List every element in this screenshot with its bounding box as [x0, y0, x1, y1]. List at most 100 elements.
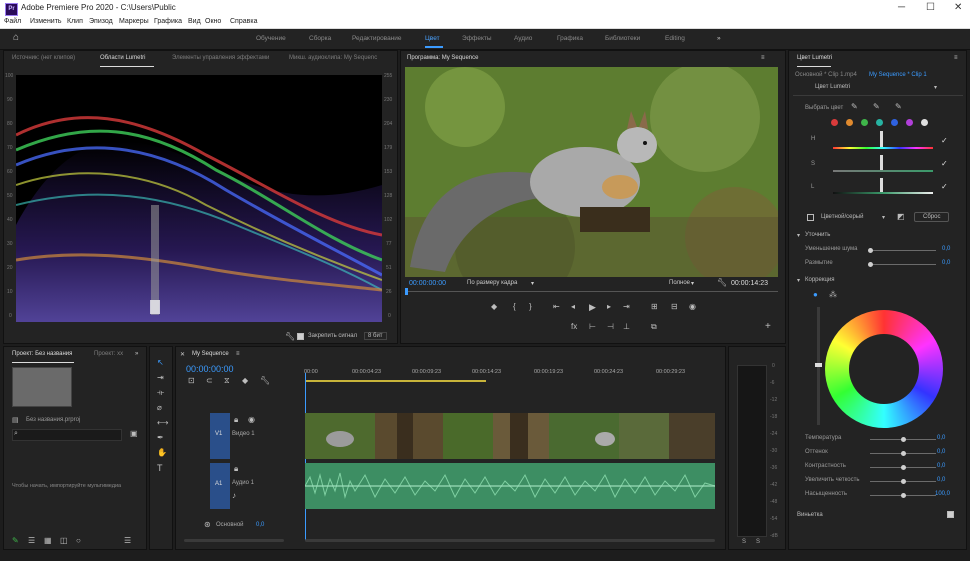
- workspace-effects[interactable]: Эффекты: [462, 35, 492, 42]
- swatch-blue[interactable]: [891, 119, 898, 126]
- minimize-icon[interactable]: ─: [898, 2, 905, 13]
- tab-effect-controls[interactable]: Элементы управления эффектами: [172, 55, 269, 61]
- bw-checkbox[interactable]: [807, 214, 814, 221]
- reset-button[interactable]: Сброс: [914, 212, 950, 222]
- menu-sequence[interactable]: Эпизод: [89, 18, 113, 25]
- zoom-icon[interactable]: ○: [76, 537, 81, 545]
- v1-lock-icon[interactable]: 🔒︎: [234, 416, 238, 424]
- workspace-libraries[interactable]: Библиотеки: [605, 35, 640, 42]
- eyedropper-icon[interactable]: ✎: [851, 103, 858, 111]
- blur-slider-knob[interactable]: [868, 262, 873, 267]
- wrench-icon[interactable]: 🔧︎: [285, 333, 295, 341]
- hand-tool-icon[interactable]: ✋: [157, 449, 167, 457]
- insert-icon[interactable]: ⊢: [589, 323, 596, 331]
- vignette-checkbox[interactable]: [947, 511, 954, 518]
- master-volume-value[interactable]: 0,0: [256, 522, 264, 528]
- type-tool-icon[interactable]: T: [157, 464, 163, 473]
- camera-icon[interactable]: ◉: [689, 303, 696, 311]
- zoom-select[interactable]: По размеру кадра: [467, 280, 517, 286]
- play-icon[interactable]: ▶: [589, 303, 596, 312]
- sequence-tab[interactable]: My Sequence: [192, 351, 229, 357]
- lift-icon[interactable]: ⊞: [651, 303, 658, 311]
- audio-clip[interactable]: [305, 463, 715, 509]
- project-thumbnail[interactable]: [12, 367, 72, 407]
- quality-select[interactable]: Полное: [669, 280, 690, 286]
- denoise-value[interactable]: 0,0: [942, 246, 950, 252]
- menu-clip[interactable]: Клип: [67, 18, 83, 25]
- v1-track-name[interactable]: Видео 1: [232, 431, 255, 437]
- tab-project-2[interactable]: Проект: хх: [94, 351, 123, 357]
- workspace-graphics[interactable]: Графика: [557, 35, 583, 42]
- refine-section-toggle[interactable]: ▾: [797, 232, 800, 239]
- saturation-value[interactable]: 100,0: [935, 491, 950, 497]
- workspace-learning[interactable]: Обучение: [256, 35, 286, 42]
- wheel-mode-single-icon[interactable]: ●: [813, 291, 818, 299]
- tab-source[interactable]: Источник: (нет клипов): [12, 55, 75, 61]
- menu-file[interactable]: Файл: [4, 18, 21, 25]
- luminance-check-icon[interactable]: ✓: [941, 182, 948, 191]
- contrast-slider-knob[interactable]: [901, 465, 906, 470]
- v1-source-patch[interactable]: V1: [210, 413, 230, 459]
- menu-edit[interactable]: Изменить: [30, 18, 62, 25]
- breadcrumb-master[interactable]: Основной * Clip 1.mp4: [795, 72, 857, 78]
- slip-tool-icon[interactable]: ⟷: [157, 419, 168, 427]
- add-marker-timeline-icon[interactable]: ◆: [242, 377, 248, 385]
- workspace-assembly[interactable]: Сборка: [309, 35, 331, 42]
- swatch-magenta[interactable]: [906, 119, 913, 126]
- hue-range-slider[interactable]: [833, 147, 933, 149]
- track-select-tool-icon[interactable]: ⇥: [157, 374, 164, 382]
- swatch-cyan[interactable]: [876, 119, 883, 126]
- maximize-icon[interactable]: ☐: [926, 2, 935, 13]
- go-to-out-icon[interactable]: ⇥: [623, 303, 630, 311]
- timeline-horizontal-scrollbar-left[interactable]: [184, 539, 284, 542]
- panel-menu-icon[interactable]: ≡: [954, 55, 958, 61]
- list-view-icon[interactable]: ☰: [28, 537, 35, 545]
- blur-slider-track[interactable]: [870, 264, 936, 265]
- step-forward-icon[interactable]: ▸: [607, 303, 611, 311]
- menu-graphics[interactable]: Графика: [154, 18, 182, 25]
- menu-help[interactable]: Справка: [230, 18, 257, 25]
- blur-value[interactable]: 0,0: [942, 260, 950, 266]
- swatch-white[interactable]: [921, 119, 928, 126]
- tab-project[interactable]: Проект: Без названия: [12, 351, 72, 357]
- temperature-value[interactable]: 0,0: [937, 435, 945, 441]
- clamp-signal-checkbox[interactable]: [297, 333, 304, 340]
- add-button-icon[interactable]: +: [765, 322, 771, 332]
- home-icon[interactable]: ⌂: [13, 33, 19, 43]
- timeline-ruler[interactable]: 00:00 00:00:04:23 00:00:09:23 00:00:14:2…: [304, 365, 714, 385]
- close-sequence-icon[interactable]: ✕: [180, 351, 185, 358]
- sharpen-slider-knob[interactable]: [901, 479, 906, 484]
- nest-icon[interactable]: ⊡: [188, 377, 195, 385]
- swatch-red[interactable]: [831, 119, 838, 126]
- program-scrubber[interactable]: [405, 291, 778, 292]
- denoise-slider-knob[interactable]: [868, 248, 873, 253]
- wheel-mode-three-icon[interactable]: ⁂: [829, 291, 837, 299]
- ripple-edit-tool-icon[interactable]: ⟛: [157, 389, 164, 397]
- new-bin-icon[interactable]: ▣: [130, 430, 138, 438]
- more-workspaces-icon[interactable]: »: [717, 35, 721, 42]
- razor-tool-icon[interactable]: ⌀: [157, 404, 162, 412]
- hue-range-handle[interactable]: [880, 131, 883, 147]
- contrast-value[interactable]: 0,0: [937, 463, 945, 469]
- add-marker-icon[interactable]: ◆: [491, 303, 497, 311]
- sharpen-value[interactable]: 0,0: [937, 477, 945, 483]
- a1-source-patch[interactable]: A1: [210, 463, 230, 509]
- pencil-icon[interactable]: ✎: [12, 537, 19, 545]
- a1-track-name[interactable]: Аудио 1: [232, 480, 254, 486]
- work-area-bar[interactable]: [306, 380, 486, 382]
- show-mask-icon[interactable]: ◩: [897, 213, 905, 221]
- eyedropper-plus-icon[interactable]: ✎: [873, 103, 880, 111]
- overwrite-icon[interactable]: ⊣: [607, 323, 614, 331]
- timeline-horizontal-scrollbar[interactable]: [305, 539, 715, 542]
- workspace-audio[interactable]: Аудио: [514, 35, 532, 42]
- luminance-range-slider[interactable]: [833, 192, 933, 194]
- luminance-range-handle[interactable]: [880, 178, 883, 192]
- zoom-dropdown-icon[interactable]: ▾: [531, 280, 534, 287]
- tint-value[interactable]: 0,0: [937, 449, 945, 455]
- tint-slider-knob[interactable]: [901, 451, 906, 456]
- quality-dropdown-icon[interactable]: ▾: [691, 280, 694, 287]
- comparison-view-icon[interactable]: ⧉: [651, 323, 657, 331]
- linked-selection-icon[interactable]: ⧖: [224, 377, 230, 385]
- menu-window[interactable]: Окно: [205, 18, 221, 25]
- mark-out-icon[interactable]: }: [529, 303, 532, 311]
